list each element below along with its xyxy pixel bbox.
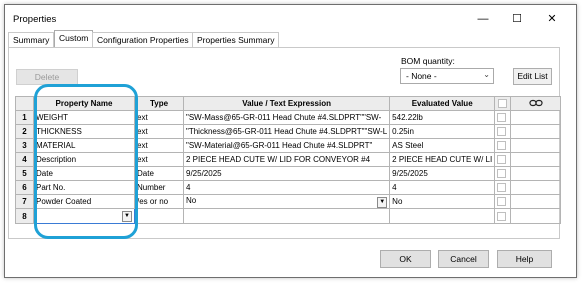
header-type[interactable]: Type bbox=[134, 96, 184, 111]
dialog-title: Properties bbox=[13, 14, 57, 25]
bom-quantity-label: BOM quantity: bbox=[401, 56, 455, 66]
evaluated-value-cell: 542.22lb bbox=[389, 110, 496, 125]
value-cell[interactable]: No ▼ bbox=[182, 194, 391, 209]
evaluated-value-cell: 2 PIECE HEAD CUTE W/ LI bbox=[389, 152, 496, 167]
delete-button[interactable]: Delete bbox=[16, 69, 78, 85]
bom-quantity-value: - None - bbox=[406, 71, 437, 81]
row-checkbox[interactable] bbox=[497, 113, 507, 123]
link-cell bbox=[510, 180, 562, 195]
value-cell[interactable]: 2 PIECE HEAD CUTE W/ LID FOR CONVEYOR #4 bbox=[182, 152, 391, 167]
header-link-column bbox=[510, 96, 562, 111]
help-button[interactable]: Help bbox=[497, 250, 552, 268]
checkbox-cell bbox=[494, 166, 512, 181]
row-checkbox[interactable] bbox=[497, 197, 507, 207]
row-checkbox[interactable] bbox=[497, 169, 507, 179]
link-cell bbox=[510, 124, 562, 139]
checkbox-cell bbox=[494, 194, 512, 209]
evaluated-value-cell: AS Steel bbox=[389, 138, 496, 153]
row-number: 3 bbox=[15, 138, 34, 153]
row-number: 7 bbox=[15, 194, 34, 209]
row-checkbox[interactable] bbox=[497, 211, 507, 221]
row-number: 1 bbox=[15, 110, 34, 125]
checkbox-cell bbox=[494, 138, 512, 153]
checkbox-cell bbox=[494, 180, 512, 195]
type-cell[interactable]: ext bbox=[134, 152, 184, 167]
maximize-icon[interactable]: ☐ bbox=[505, 11, 529, 27]
type-cell[interactable]: ext bbox=[134, 124, 184, 139]
evaluated-value-cell: 0.25in bbox=[389, 124, 496, 139]
checkbox-cell bbox=[494, 208, 512, 224]
tab-custom[interactable]: Custom bbox=[54, 30, 94, 47]
link-cell bbox=[510, 166, 562, 181]
type-cell[interactable]: Date bbox=[134, 166, 184, 181]
tab-summary[interactable]: Summary bbox=[8, 32, 55, 47]
link-cell bbox=[510, 194, 562, 209]
close-icon[interactable]: ✕ bbox=[540, 11, 564, 27]
ok-button[interactable]: OK bbox=[380, 250, 431, 268]
row-checkbox[interactable] bbox=[497, 141, 507, 151]
link-cell bbox=[510, 110, 562, 125]
row-checkbox[interactable] bbox=[497, 127, 507, 137]
evaluated-value-cell bbox=[389, 208, 496, 224]
header-value[interactable]: Value / Text Expression bbox=[182, 96, 391, 111]
value-dropdown-icon[interactable]: ▼ bbox=[377, 196, 388, 208]
value-cell[interactable]: "SW-Mass@65-GR-011 Head Chute #4.SLDPRT"… bbox=[182, 110, 391, 125]
bom-quantity-select[interactable]: - None - ⌄ bbox=[400, 68, 494, 84]
row-checkbox[interactable] bbox=[497, 155, 507, 165]
link-cell bbox=[510, 138, 562, 153]
cancel-button[interactable]: Cancel bbox=[438, 250, 489, 268]
value-cell[interactable] bbox=[182, 208, 391, 224]
row-number: 5 bbox=[15, 166, 34, 181]
edit-list-button[interactable]: Edit List bbox=[513, 68, 552, 85]
row-number: 8 bbox=[15, 208, 34, 224]
value-text: No bbox=[186, 195, 197, 205]
row-number: 4 bbox=[15, 152, 34, 167]
type-cell[interactable]: Number bbox=[134, 180, 184, 195]
evaluated-value-cell: No bbox=[389, 194, 496, 209]
corner-cell bbox=[15, 96, 34, 111]
minimize-icon[interactable]: — bbox=[471, 11, 495, 27]
link-cell bbox=[510, 208, 562, 224]
link-icon bbox=[529, 99, 543, 106]
title-bar: Properties — ☐ ✕ bbox=[5, 5, 576, 33]
tab-properties-summary[interactable]: Properties Summary bbox=[192, 32, 280, 47]
type-cell[interactable]: /es or no bbox=[134, 194, 184, 209]
value-cell[interactable]: 4 bbox=[182, 180, 391, 195]
type-cell[interactable]: ext bbox=[134, 110, 184, 125]
checkbox-cell bbox=[494, 152, 512, 167]
value-cell[interactable]: "SW-Material@65-GR-011 Head Chute #4.SLD… bbox=[182, 138, 391, 153]
header-checkbox[interactable] bbox=[498, 99, 508, 109]
row-number: 6 bbox=[15, 180, 34, 195]
evaluated-value-cell: 9/25/2025 bbox=[389, 166, 496, 181]
type-cell[interactable]: ext bbox=[134, 138, 184, 153]
checkbox-cell bbox=[494, 110, 512, 125]
row-checkbox[interactable] bbox=[497, 183, 507, 193]
value-cell[interactable]: 9/25/2025 bbox=[182, 166, 391, 181]
header-evaluated-value[interactable]: Evaluated Value bbox=[389, 96, 496, 111]
header-checkbox-column bbox=[494, 96, 512, 111]
checkbox-cell bbox=[494, 124, 512, 139]
tab-configuration-properties[interactable]: Configuration Properties bbox=[92, 32, 194, 47]
value-cell[interactable]: "Thickness@65-GR-011 Head Chute #4.SLDPR… bbox=[182, 124, 391, 139]
property-name-highlight-annotation bbox=[34, 84, 138, 239]
chevron-down-icon: ⌄ bbox=[483, 70, 490, 79]
evaluated-value-cell: 4 bbox=[389, 180, 496, 195]
type-cell[interactable] bbox=[134, 208, 184, 224]
link-cell bbox=[510, 152, 562, 167]
row-number: 2 bbox=[15, 124, 34, 139]
